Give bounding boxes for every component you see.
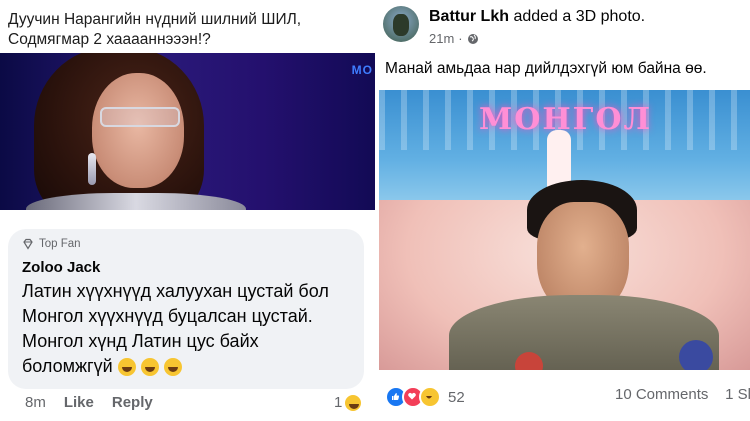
glasses (100, 107, 180, 127)
haha-reaction-icon (345, 394, 362, 411)
reaction-count: 52 (448, 388, 465, 406)
comment-line: Монгол хүүхнүүд буцалсан цустай. (22, 306, 313, 326)
top-fan-badge: Top Fan (22, 238, 81, 250)
comments-count[interactable]: 10 Comments (615, 386, 708, 403)
left-screenshot: Дуучин Нарангийн нүдний шилний ШИЛ, Содм… (0, 0, 375, 421)
poster-name[interactable]: Battur Lkh (429, 8, 509, 25)
post-time[interactable]: 21m (429, 31, 454, 46)
comment-line-with-emoji: боломжгүй (22, 354, 358, 379)
comment-time: 8m (25, 394, 46, 411)
shares-count[interactable]: 1 Sl (725, 386, 750, 403)
3d-photo[interactable]: МОНГОЛ (379, 90, 750, 370)
singer-photo[interactable]: МО (0, 53, 375, 210)
post-reactions[interactable]: 52 (385, 386, 465, 408)
post-header: Battur Lkh added a 3D photo. (429, 8, 645, 26)
comment-line: Латин хүүхнүүд халуухан цустай бол (22, 281, 329, 301)
diamond-icon (23, 238, 33, 250)
comment-author[interactable]: Zoloo Jack (22, 259, 100, 276)
comment-bubble: Top Fan Zoloo Jack Латин хүүхнүүд халуух… (8, 229, 364, 389)
comment-reaction-count[interactable]: 1 (334, 394, 362, 411)
caption-line-1: Дуучин Нарангийн нүдний шилний ШИЛ, (8, 11, 302, 28)
post-caption: Дуучин Нарангийн нүдний шилний ШИЛ, Содм… (8, 10, 370, 50)
globe-icon (467, 33, 478, 44)
laughing-tears-emoji (163, 358, 182, 377)
post-stats: 10 Comments 1 Sl (615, 386, 750, 403)
top-fan-label: Top Fan (39, 238, 81, 250)
post-meta: 21m · (429, 31, 479, 46)
right-screenshot: Battur Lkh added a 3D photo. 21m · Манай… (379, 0, 750, 421)
post-text: Манай амьдаа нар дийлдэхгүй юм байна өө. (385, 60, 707, 77)
reaction-count-value: 1 (334, 394, 343, 411)
laughing-tears-emoji (117, 358, 136, 377)
haha-reaction-icon (419, 386, 441, 408)
tv-logo: МО (351, 63, 373, 77)
poster-avatar[interactable] (383, 6, 419, 42)
reply-button[interactable]: Reply (112, 394, 153, 411)
comment-text: Латин хүүхнүүд халуухан цустай бол Монго… (22, 279, 358, 379)
comment-line: боломжгүй (22, 356, 113, 376)
poster-action: added a 3D photo. (513, 8, 646, 25)
comment-actions: 8m Like Reply (25, 394, 153, 411)
like-button[interactable]: Like (64, 394, 94, 411)
caption-line-2: Содмягмар 2 хааааннэээн!? (8, 31, 211, 48)
comment-line: Монгол хүнд Латин цус байх (22, 331, 259, 351)
laughing-tears-emoji (140, 358, 159, 377)
